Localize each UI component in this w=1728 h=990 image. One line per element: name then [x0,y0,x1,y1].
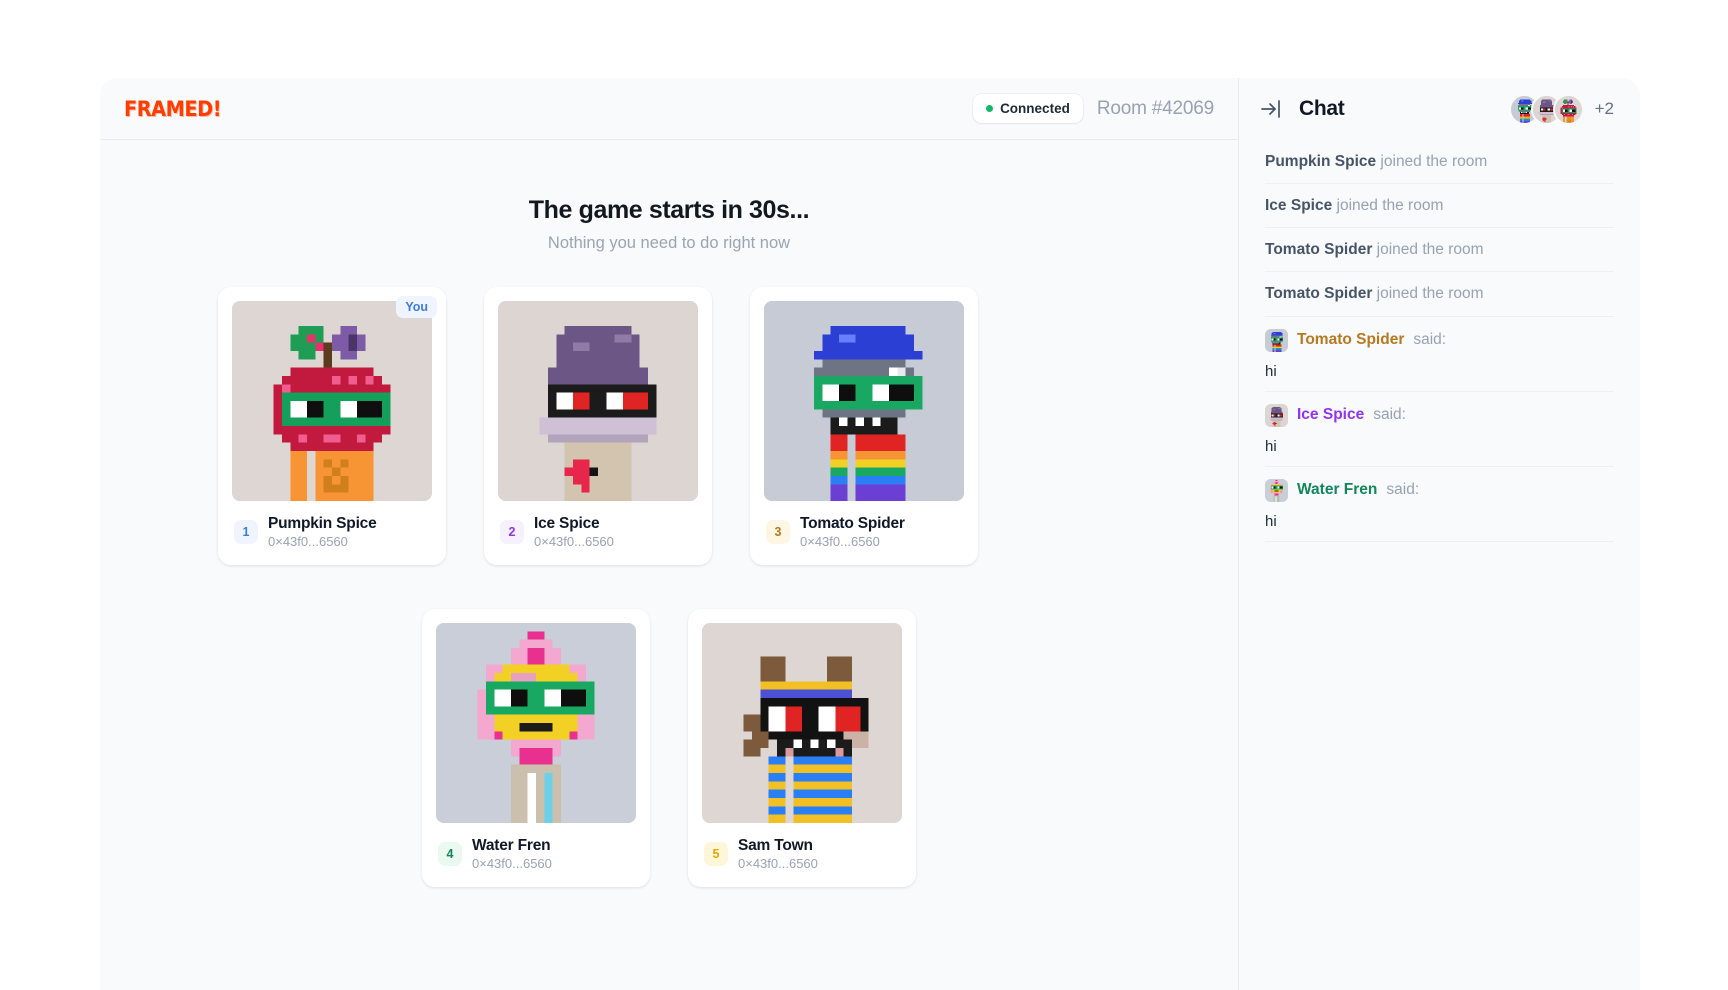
join-text: Pumpkin Spice joined the room [1265,152,1614,172]
game-body: The game starts in 30s... Nothing you ne… [100,140,1238,990]
player-rank-badge: 2 [500,520,524,544]
message-avatar [1265,403,1288,427]
player-card[interactable]: You 1 Pumpkin Spice 0×43f0...6560 [218,287,446,565]
join-suffix: joined the room [1332,197,1444,215]
message-said-suffix: said: [1386,481,1420,499]
message-author-name: Water Fren [1297,481,1378,499]
player-card[interactable]: 2 Ice Spice 0×43f0...6560 [484,287,712,565]
room-id-label: Room #42069 [1096,97,1214,119]
message-author-name: Ice Spice [1297,406,1365,424]
player-grid-row-2: 4 Water Fren 0×43f0...6560 5 Sam Town 0×43f0.… [100,565,1238,887]
player-wallet-address: 0×43f0...6560 [472,856,552,871]
chat-pane: Chat +2 Pumpkin Spice joined the room Ice… [1239,78,1640,990]
join-user-name: Tomato Spider [1265,241,1373,259]
message-avatar [1265,328,1288,352]
message-avatar [1265,478,1288,502]
message-body: hi [1265,437,1277,455]
player-wallet-address: 0×43f0...6560 [738,856,818,871]
join-text: Tomato Spider joined the room [1265,284,1614,304]
join-suffix: joined the room [1372,285,1484,303]
app-header: FRAMED! Connected Room #42069 [100,78,1238,140]
message-body: hi [1265,362,1277,380]
chat-message-entry: Water Fren said: hi [1265,467,1614,542]
collapse-right-icon[interactable] [1259,97,1283,121]
chat-members-group: +2 [1508,93,1614,125]
chat-join-entry: Ice Spice joined the room [1265,184,1614,229]
join-text: Ice Spice joined the room [1265,196,1614,216]
game-status-title: The game starts in 30s... [528,196,810,224]
join-text: Tomato Spider joined the room [1265,240,1614,260]
chat-join-entry: Pumpkin Spice joined the room [1265,140,1614,185]
chat-header: Chat +2 [1239,78,1640,140]
join-suffix: joined the room [1376,153,1488,170]
player-rank-badge: 4 [438,842,462,866]
header-right-group: Connected Room #42069 [973,94,1214,123]
member-avatar [1552,93,1584,125]
player-wallet-address: 0×43f0...6560 [800,534,880,549]
player-rank-badge: 1 [234,520,258,544]
player-name-group: Water Fren 0×43f0...6560 [472,837,552,871]
connection-status-badge: Connected [973,94,1083,123]
player-meta: 5 Sam Town 0×43f0...6560 [702,837,902,871]
join-user-name: Ice Spice [1265,197,1333,215]
game-status-block: The game starts in 30s... Nothing you ne… [100,196,1238,253]
player-meta: 2 Ice Spice 0×43f0...6560 [498,515,698,549]
player-name: Pumpkin Spice [268,515,377,532]
chat-message-entry: Ice Spice said: hi [1265,392,1614,467]
player-card[interactable]: 5 Sam Town 0×43f0...6560 [688,609,916,887]
member-avatar-stack[interactable] [1508,93,1584,125]
player-meta: 1 Pumpkin Spice 0×43f0...6560 [232,515,432,549]
join-user-name: Tomato Spider [1265,285,1373,303]
chat-join-entry: Tomato Spider joined the room [1265,228,1614,273]
player-name-group: Pumpkin Spice 0×43f0...6560 [268,515,377,549]
player-rank-badge: 5 [704,842,728,866]
message-author-name: Tomato Spider [1297,331,1405,349]
join-user-name: Pumpkin Spice [1265,153,1377,170]
player-card[interactable]: 3 Tomato Spider 0×43f0...6560 [750,287,978,565]
chat-message-entry: Tomato Spider said: hi [1265,317,1614,392]
player-avatar [232,301,432,501]
player-wallet-address: 0×43f0...6560 [534,534,614,549]
you-badge: You [396,296,437,318]
message-header: Water Fren said: [1265,478,1614,502]
message-header: Ice Spice said: [1265,403,1614,427]
player-name-group: Tomato Spider 0×43f0...6560 [800,515,905,549]
connection-dot-icon [986,105,994,112]
player-name-group: Sam Town 0×43f0...6560 [738,837,818,871]
player-avatar [436,623,636,823]
message-header: Tomato Spider said: [1265,328,1614,352]
chat-message-list: Pumpkin Spice joined the room Ice Spice j… [1239,140,1640,542]
player-name: Water Fren [472,837,551,854]
player-meta: 4 Water Fren 0×43f0...6560 [436,837,636,871]
player-avatar [764,301,964,501]
player-avatar [498,301,698,501]
player-meta: 3 Tomato Spider 0×43f0...6560 [764,515,964,549]
game-status-subtitle: Nothing you need to do right now [547,234,791,252]
chat-title: Chat [1299,97,1345,120]
player-name-group: Ice Spice 0×43f0...6560 [534,515,614,549]
message-said-suffix: said: [1373,406,1406,424]
player-name: Sam Town [738,837,813,854]
join-suffix: joined the room [1372,241,1484,259]
message-body: hi [1265,512,1277,530]
player-avatar [702,623,902,823]
member-overflow-count: +2 [1594,99,1614,118]
player-name: Ice Spice [534,515,600,532]
player-rank-badge: 3 [766,520,790,544]
player-card[interactable]: 4 Water Fren 0×43f0...6560 [422,609,650,887]
app-window: FRAMED! Connected Room #42069 The game s… [100,78,1640,990]
chat-join-entry: Tomato Spider joined the room [1265,272,1614,317]
player-name: Tomato Spider [800,515,905,532]
connection-status-label: Connected [1000,101,1070,116]
game-pane: FRAMED! Connected Room #42069 The game s… [100,78,1239,990]
player-wallet-address: 0×43f0...6560 [268,534,348,549]
message-said-suffix: said: [1413,331,1447,349]
player-grid-row-1: You 1 Pumpkin Spice 0×43f0...6560 2 Ice Spice… [100,253,1238,565]
brand-logo[interactable]: FRAMED! [124,97,222,121]
